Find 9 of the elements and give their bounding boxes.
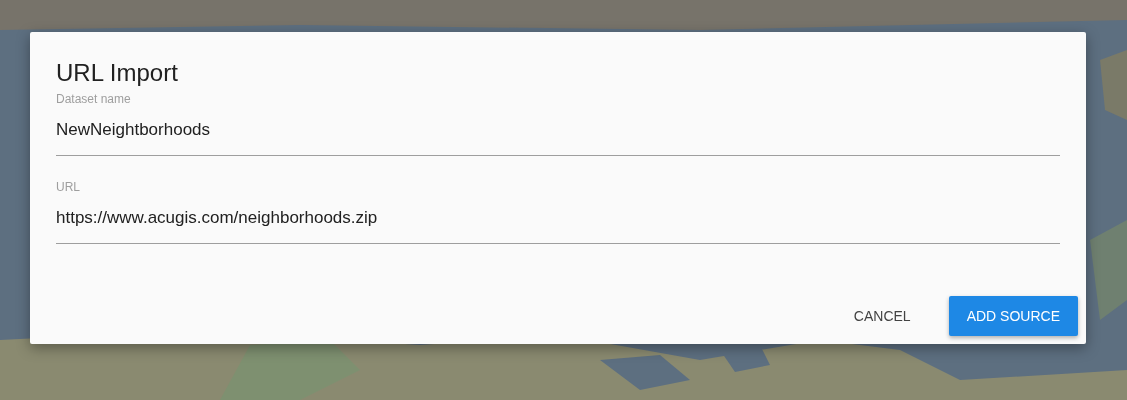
text-field[interactable]: Dataset name NewNeightborhoods: [56, 88, 1060, 156]
cancel-button[interactable]: CANCEL: [835, 296, 929, 336]
field-label: URL: [56, 180, 81, 194]
add-source-button[interactable]: ADD SOURCE: [948, 296, 1078, 336]
field-value: NewNeightborhoods: [56, 119, 212, 141]
field-label: Dataset name: [56, 92, 132, 106]
dialog-title: URL Import: [56, 58, 179, 88]
text-field[interactable]: URL https://www.acugis.com/neighborhoods.zip: [56, 176, 1060, 244]
field-value: https://www.acugis.com/neighborhoods.zip: [56, 207, 379, 229]
